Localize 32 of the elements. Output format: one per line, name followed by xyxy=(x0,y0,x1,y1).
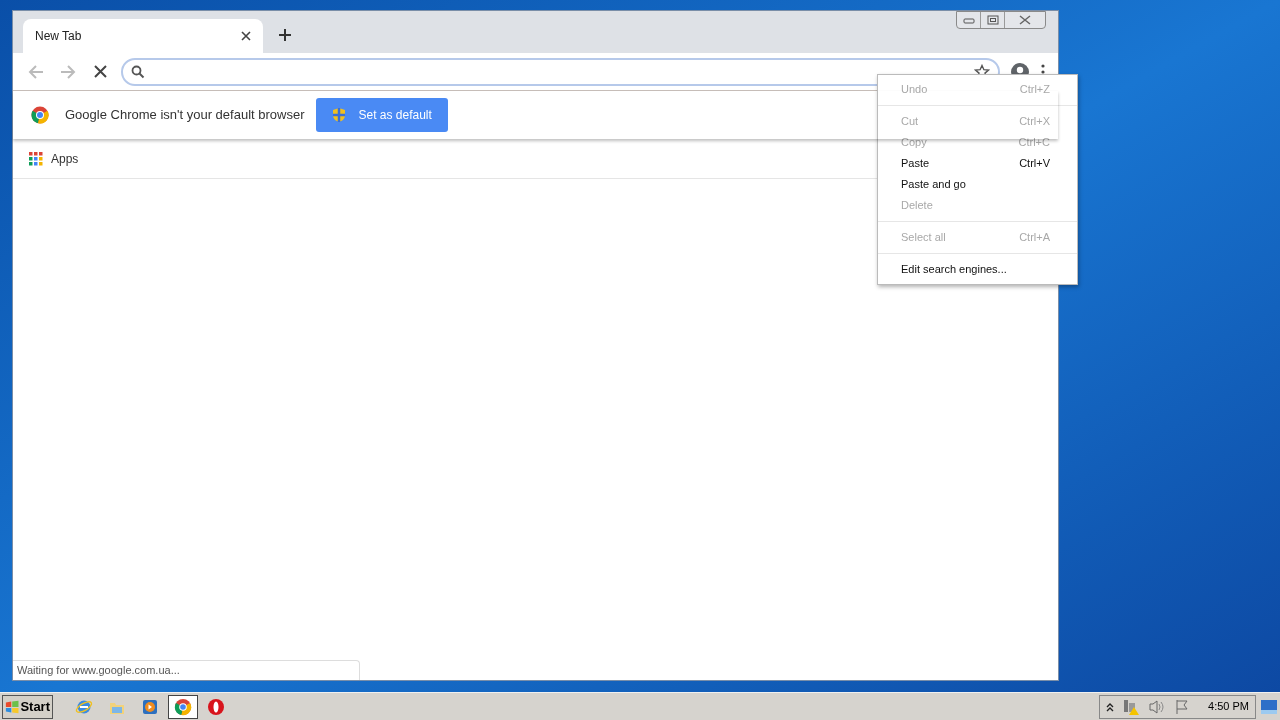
chrome-logo-icon xyxy=(31,106,49,124)
opera-o-icon xyxy=(207,697,225,716)
plus-icon xyxy=(278,28,292,42)
speaker-icon[interactable] xyxy=(1148,698,1167,715)
start-button[interactable]: Start xyxy=(2,694,53,719)
close-icon[interactable] xyxy=(241,31,251,41)
back-arrow-icon xyxy=(28,63,44,80)
menu-item[interactable]: Paste Ctrl+V xyxy=(878,153,1077,174)
minimize-icon xyxy=(962,16,975,24)
infobar-message: Google Chrome isn't your default browser xyxy=(65,106,305,125)
apps-grid-icon xyxy=(29,151,43,166)
clock[interactable]: 4:50 PM xyxy=(1208,698,1249,715)
windows-logo-icon xyxy=(5,698,20,715)
close-icon xyxy=(1018,15,1032,25)
taskbar-app-button[interactable] xyxy=(168,694,198,719)
play-icon xyxy=(141,697,159,716)
shield-icon xyxy=(332,107,347,123)
show-desktop-icon[interactable] xyxy=(1260,698,1278,715)
tab-title: New Tab xyxy=(35,28,83,45)
forward-arrow-icon xyxy=(60,63,76,80)
chrome-logo-icon xyxy=(174,697,192,716)
chevron-up-icon[interactable] xyxy=(1106,701,1115,712)
status-bubble: Waiting for www.google.com.ua... xyxy=(13,660,360,680)
restore-icon xyxy=(986,15,999,25)
browser-tab[interactable]: New Tab xyxy=(23,19,263,53)
network-warning-icon[interactable] xyxy=(1122,697,1141,716)
search-icon xyxy=(131,64,145,79)
apps-bookmark[interactable]: Apps xyxy=(29,149,79,168)
menu-item[interactable]: Paste and go xyxy=(878,174,1077,195)
flag-icon[interactable] xyxy=(1174,698,1191,715)
menu-item[interactable]: Edit search engines... xyxy=(878,259,1077,280)
close-icon xyxy=(93,65,107,78)
